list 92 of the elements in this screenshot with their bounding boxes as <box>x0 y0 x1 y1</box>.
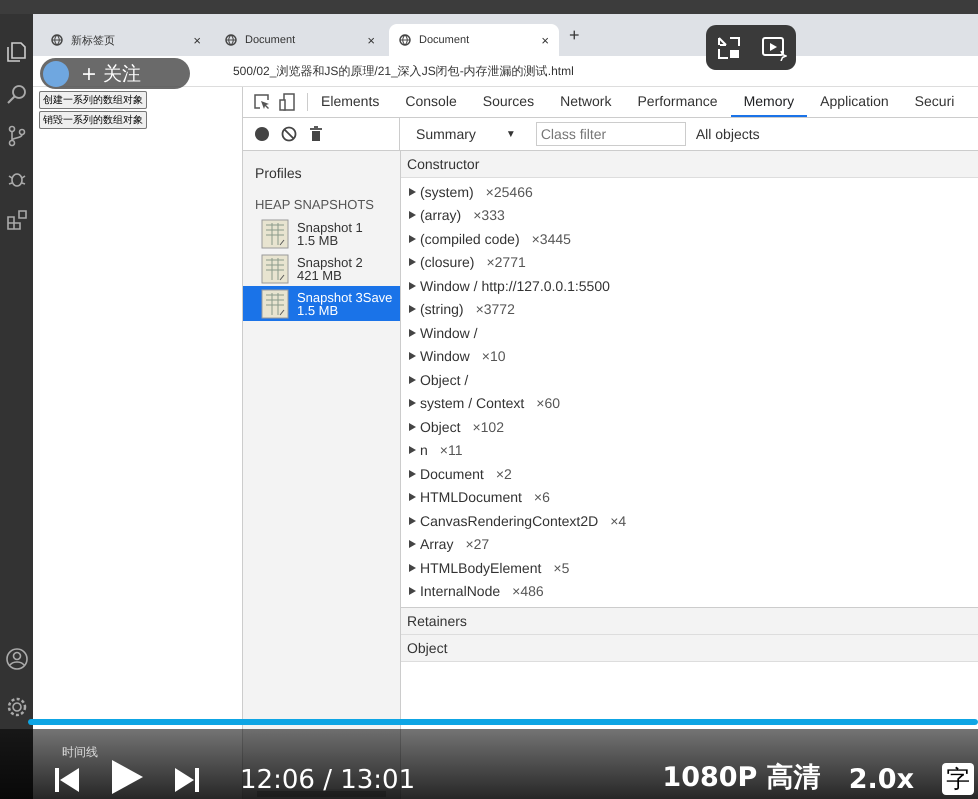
expand-triangle-icon[interactable] <box>409 399 416 408</box>
expand-triangle-icon[interactable] <box>409 493 416 502</box>
close-icon[interactable]: × <box>541 32 549 48</box>
expand-triangle-icon[interactable] <box>409 564 416 572</box>
expand-triangle-icon[interactable] <box>409 470 416 478</box>
constructor-row[interactable]: Document ×2 <box>401 462 978 486</box>
expand-triangle-icon[interactable] <box>409 376 416 384</box>
constructor-row[interactable]: system / Context ×60 <box>401 392 978 415</box>
constructor-row[interactable]: InternalNode ×486 <box>401 580 978 603</box>
constructor-row[interactable]: Array ×27 <box>401 532 978 556</box>
devtools-tab[interactable]: Performance <box>624 87 731 117</box>
devtools-tab[interactable]: Securi <box>902 87 968 117</box>
next-icon[interactable] <box>172 765 202 795</box>
browser-tab[interactable]: Document × <box>215 24 385 56</box>
new-tab-icon[interactable]: + <box>569 24 580 46</box>
expand-triangle-icon[interactable] <box>409 352 416 360</box>
scope-dropdown[interactable]: All objects <box>696 126 760 142</box>
constructor-row[interactable]: Window / http://127.0.0.1:5500 <box>401 274 978 298</box>
browser-tab[interactable]: Document × <box>389 24 559 56</box>
snapshot-item[interactable]: Snapshot 2 421 MB <box>243 251 400 286</box>
globe-icon <box>399 34 411 46</box>
search-icon[interactable] <box>4 82 28 106</box>
snapshot-item[interactable]: Snapshot 3Save 1.5 MB <box>243 286 400 321</box>
constructor-row[interactable]: (closure) ×2771 <box>401 250 978 274</box>
expand-triangle-icon[interactable] <box>409 282 416 290</box>
constructor-row[interactable]: (array) ×333 <box>401 204 978 227</box>
expand-triangle-icon[interactable] <box>409 305 416 314</box>
snapshot-icon <box>261 254 289 284</box>
devtools-tab[interactable]: Memory <box>730 87 808 117</box>
expand-triangle-icon[interactable] <box>409 540 416 548</box>
browser-tab[interactable]: 新标签页 × <box>41 24 211 56</box>
timeline-label[interactable]: 时间线 <box>62 744 98 761</box>
playback-time: 12:06 / 13:01 <box>240 765 416 795</box>
constructor-row[interactable]: CanvasRenderingContext2D ×4 <box>401 509 978 532</box>
follow-button[interactable]: + 关注 <box>40 58 190 89</box>
play-icon[interactable] <box>110 759 144 795</box>
constructor-row[interactable]: n ×11 <box>401 438 978 462</box>
close-icon[interactable]: × <box>367 32 375 48</box>
snapshot-icon <box>261 288 289 318</box>
mini-player-icon[interactable] <box>716 34 742 60</box>
view-dropdown[interactable]: Summary ▼ <box>410 125 522 143</box>
profiles-title: Profiles <box>254 164 303 183</box>
play-sparkle-icon[interactable] <box>760 34 786 60</box>
class-filter-field[interactable]: Class filter <box>536 122 686 146</box>
trash-icon[interactable] <box>309 126 323 142</box>
constructor-row[interactable]: Window / <box>401 321 978 344</box>
constructor-row[interactable]: (system) ×25466 <box>401 180 978 204</box>
devtools-tab[interactable]: Network <box>547 87 624 117</box>
expand-triangle-icon[interactable] <box>409 328 416 337</box>
constructor-row[interactable]: Object ×102 <box>401 415 978 438</box>
address-field[interactable]: 500/02_浏览器和JS的原理/21_深入JS闭包-内存泄漏的测试.html <box>233 62 574 80</box>
clear-icon[interactable] <box>281 126 297 142</box>
avatar-icon <box>43 60 69 86</box>
subtitle-button[interactable]: 字 <box>942 763 974 795</box>
devtools-tab[interactable]: Elements <box>308 87 392 117</box>
object-header: Object <box>401 635 978 662</box>
devtools-tab[interactable]: Console <box>392 87 470 117</box>
globe-icon <box>225 34 237 46</box>
expand-triangle-icon[interactable] <box>409 516 416 525</box>
page-button[interactable]: 销毁一系列的数组对象 <box>39 111 147 129</box>
expand-triangle-icon[interactable] <box>409 211 416 220</box>
close-icon[interactable]: × <box>193 32 201 48</box>
devtools-tab[interactable]: Sources <box>470 87 548 117</box>
constructor-row[interactable]: Object / <box>401 368 978 392</box>
retainers-header: Retainers <box>401 607 978 635</box>
column-header: Constructor <box>401 151 978 178</box>
account-icon[interactable] <box>4 647 28 671</box>
section-label: HEAP SNAPSHOTS <box>254 196 375 214</box>
page-button[interactable]: 创建一系列的数组对象 <box>39 91 147 109</box>
extensions-icon[interactable] <box>4 208 28 232</box>
expand-triangle-icon[interactable] <box>409 234 416 243</box>
constructor-row[interactable]: HTMLBodyElement ×5 <box>401 556 978 580</box>
expand-triangle-icon[interactable] <box>409 587 416 596</box>
speed-button[interactable]: 2.0x <box>848 764 914 795</box>
constructor-row[interactable]: (string) ×3772 <box>401 298 978 321</box>
quality-button[interactable]: 1080P 高清 <box>662 759 821 795</box>
device-icon[interactable] <box>279 93 297 111</box>
constructor-row[interactable]: HTMLDocument ×6 <box>401 486 978 509</box>
expand-triangle-icon[interactable] <box>409 422 416 431</box>
files-icon[interactable] <box>4 40 28 64</box>
devtools-tab[interactable]: Application <box>807 87 902 117</box>
expand-triangle-icon[interactable] <box>409 446 416 454</box>
globe-icon <box>51 34 63 46</box>
expand-triangle-icon[interactable] <box>409 258 416 266</box>
expand-triangle-icon[interactable] <box>409 188 416 196</box>
previous-icon[interactable] <box>52 765 82 795</box>
snapshot-icon <box>261 218 289 248</box>
constructor-row[interactable]: (compiled code) ×3445 <box>401 227 978 250</box>
constructor-row[interactable]: Window ×10 <box>401 344 978 368</box>
snapshot-item[interactable]: Snapshot 1 1.5 MB <box>243 216 400 251</box>
record-icon[interactable] <box>255 127 269 141</box>
inspect-icon[interactable] <box>253 93 271 111</box>
